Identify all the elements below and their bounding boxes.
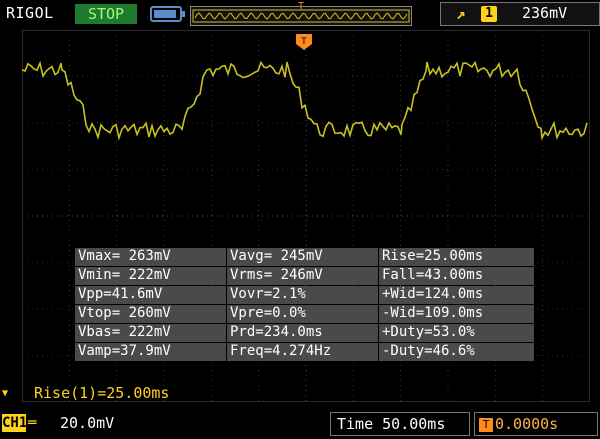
trigger-marker-icon: T <box>296 34 312 50</box>
measurement-cell: -Duty=46.6% <box>379 343 535 361</box>
ch1-offset-marker-icon[interactable]: ▼ <box>2 388 8 399</box>
trigger-offset-value: 0.0000s <box>495 415 559 433</box>
measurement-cell: Vamp=37.9mV <box>75 343 227 361</box>
measurement-cell: Prd=234.0ms <box>227 324 379 342</box>
measurement-table: Vmax= 263mV Vavg= 245mV Rise=25.00ms Vmi… <box>75 248 535 362</box>
measurement-row: Vamp=37.9mV Freq=4.274Hz -Duty=46.6% <box>75 343 535 361</box>
measurement-row: Vtop= 260mV Vpre=0.0% -Wid=109.0ms <box>75 305 535 323</box>
ch1-badge[interactable]: CH1 <box>2 414 27 432</box>
measurement-cell: -Wid=109.0ms <box>379 305 535 323</box>
ch1-trace <box>22 60 588 141</box>
cursor-readout: Rise(1)=25.00ms <box>34 384 170 402</box>
measurement-cell: Fall=43.00ms <box>379 267 535 285</box>
brand-logo: RIGOL <box>6 4 54 22</box>
svg-text:T: T <box>301 37 307 47</box>
timebase-readout[interactable]: Time 50.00ms <box>330 412 470 436</box>
measurement-cell: Vovr=2.1% <box>227 286 379 304</box>
measurement-cell: Vtop= 260mV <box>75 305 227 323</box>
memory-depth-icon <box>150 6 185 22</box>
measurement-cell: Rise=25.00ms <box>379 248 535 266</box>
measurement-cell: +Duty=53.0% <box>379 324 535 342</box>
measurement-cell: Vpre=0.0% <box>227 305 379 323</box>
measurement-row: Vbas= 222mV Prd=234.0ms +Duty=53.0% <box>75 324 535 342</box>
measurement-cell: Vmin= 222mV <box>75 267 227 285</box>
rising-edge-icon: ↗ <box>456 4 466 23</box>
trigger-level-value: 236mV <box>522 4 568 22</box>
trigger-source-badge: 1 <box>481 6 497 22</box>
measurement-row: Vmax= 263mV Vavg= 245mV Rise=25.00ms <box>75 248 535 266</box>
measurement-cell: Vrms= 246mV <box>227 267 379 285</box>
measurement-cell: Vmax= 263mV <box>75 248 227 266</box>
trigger-position-marker: T <box>298 1 305 12</box>
measurement-row: Vmin= 222mV Vrms= 246mV Fall=43.00ms <box>75 267 535 285</box>
measurement-cell: Vbas= 222mV <box>75 324 227 342</box>
measurement-row: Vpp=41.6mV Vovr=2.1% +Wid=124.0ms <box>75 286 535 304</box>
measurement-cell: Freq=4.274Hz <box>227 343 379 361</box>
measurement-cell: Vpp=41.6mV <box>75 286 227 304</box>
trigger-offset-icon: T <box>479 417 493 432</box>
run-state-badge[interactable]: STOP <box>75 4 137 24</box>
measurement-cell: +Wid=124.0ms <box>379 286 535 304</box>
trigger-offset-readout[interactable]: T 0.0000s <box>474 412 598 436</box>
dc-coupling-icon: ═ <box>28 415 37 431</box>
measurement-cell: Vavg= 245mV <box>227 248 379 266</box>
ch1-vertical-scale: 20.0mV <box>60 414 115 432</box>
